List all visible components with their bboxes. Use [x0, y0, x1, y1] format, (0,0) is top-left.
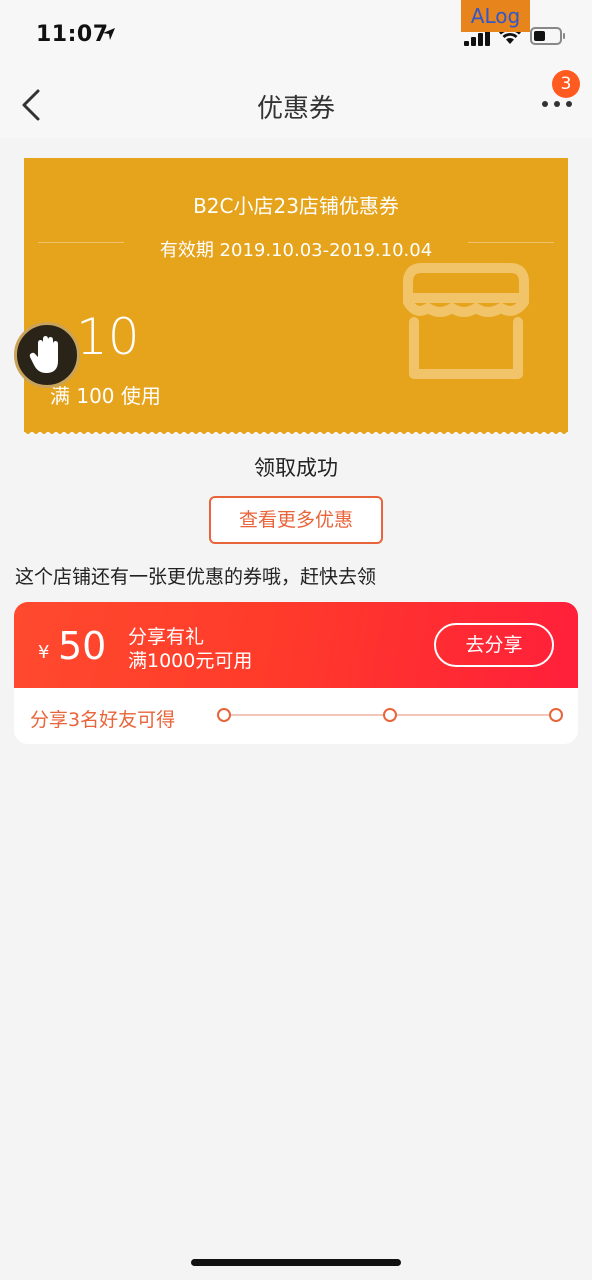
hand-icon [29, 336, 58, 373]
share-coupon-amount: 50 [58, 624, 107, 668]
share-coupon-header: ¥ 50 分享有礼 满1000元可用 去分享 [14, 602, 578, 688]
cellular-signal-icon [464, 30, 490, 46]
battery-icon [530, 27, 565, 45]
share-coupon-condition: 满1000元可用 [128, 650, 253, 672]
home-indicator [191, 1259, 401, 1266]
page-title: 优惠券 [256, 94, 335, 124]
share-coupon-name: 分享有礼 [128, 626, 205, 648]
coupon-amount: 10 [76, 308, 140, 366]
progress-node-3 [549, 708, 563, 722]
notification-badge[interactable]: 3 [552, 70, 580, 98]
status-bar: 11:07 ALog [0, 0, 592, 70]
share-coupon-currency: ¥ [38, 642, 50, 663]
coupon-title: B2C小店23店铺优惠券 [193, 194, 399, 218]
floating-hand-button[interactable] [14, 322, 80, 388]
coupon-bottom-edge [24, 430, 568, 434]
share-friends-label: 分享3名好友可得 [30, 709, 176, 731]
claim-success-text: 领取成功 [254, 456, 338, 480]
coupon-condition: 满 100 使用 [50, 384, 161, 408]
progress-node-1 [217, 708, 231, 722]
view-more-offers-button[interactable]: 查看更多优惠 [209, 496, 383, 544]
nav-bar: 优惠券 [0, 70, 592, 138]
share-coupon-card: ¥ 50 分享有礼 满1000元可用 去分享 分享3名好友可得 [14, 602, 578, 744]
alog-debug-tag[interactable]: ALog [461, 0, 530, 32]
progress-node-2 [383, 708, 397, 722]
go-share-button[interactable]: 去分享 [434, 623, 554, 667]
better-coupon-hint: 这个店铺还有一张更优惠的券哦，赶快去领 [15, 566, 377, 588]
status-time: 11:07 [36, 22, 109, 47]
store-coupon-card: B2C小店23店铺优惠券 有效期 2019.10.03-2019.10.04 ¥… [24, 158, 568, 432]
more-options-icon[interactable] [540, 98, 574, 110]
location-arrow-icon [103, 28, 115, 40]
store-icon [403, 263, 529, 379]
